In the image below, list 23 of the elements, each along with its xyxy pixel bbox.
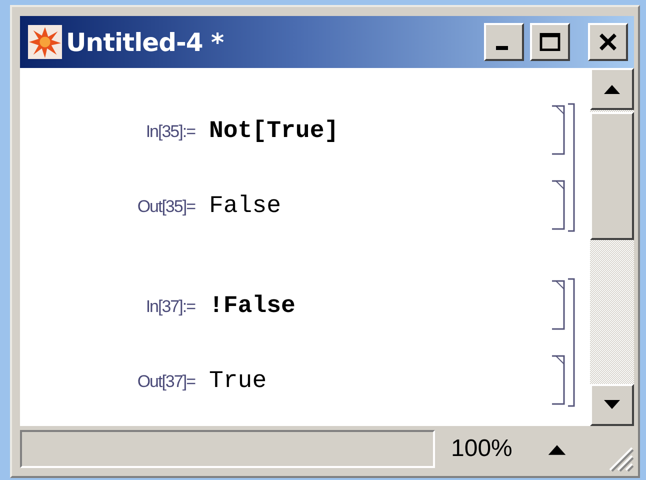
starburst-icon — [28, 25, 62, 59]
output-value: False — [209, 193, 282, 220]
cell-label: Out[35]= — [136, 196, 196, 216]
vertical-scrollbar[interactable] — [590, 68, 634, 426]
up-arrow-icon — [602, 83, 622, 95]
scrollbar-thumb[interactable] — [590, 112, 634, 240]
down-arrow-icon — [602, 399, 622, 411]
maximize-icon — [538, 30, 562, 54]
input-code: Not[True] — [209, 118, 339, 145]
input-code: !False — [209, 293, 296, 320]
window-title: Untitled-4 * — [66, 28, 224, 56]
scroll-down-button[interactable] — [590, 384, 634, 426]
minimize-icon — [496, 46, 508, 50]
scroll-up-button[interactable] — [590, 68, 634, 110]
cell-label: In[37]:= — [144, 296, 196, 316]
minimize-button[interactable] — [484, 23, 524, 61]
maximize-button[interactable] — [530, 23, 570, 61]
zoom-level[interactable]: 100% — [451, 435, 512, 463]
cell-label: Out[37]= — [136, 372, 196, 392]
output-value: True — [209, 368, 267, 395]
zoom-up-icon[interactable] — [546, 442, 568, 456]
close-button[interactable] — [588, 23, 628, 61]
cell-label: In[35]:= — [144, 122, 196, 142]
